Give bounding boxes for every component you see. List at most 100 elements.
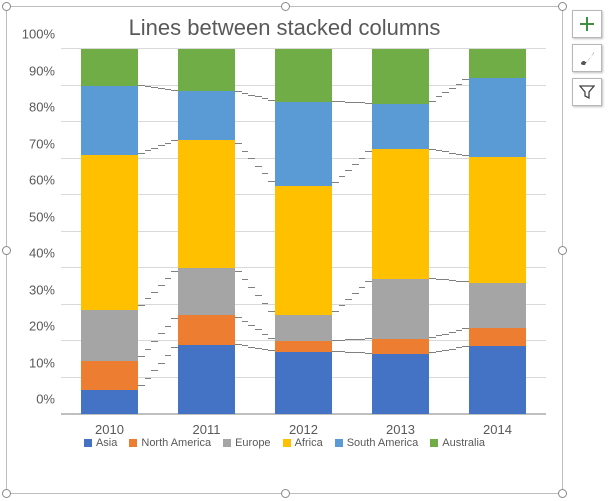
series-line xyxy=(345,339,352,340)
series-line xyxy=(359,287,366,288)
bar-segment[interactable] xyxy=(372,279,430,339)
legend-label: Europe xyxy=(235,437,270,449)
selection-handle[interactable] xyxy=(558,489,567,498)
series-line xyxy=(262,303,269,304)
legend-item[interactable]: North America xyxy=(129,437,211,449)
series-line xyxy=(165,355,172,356)
legend-item[interactable]: South America xyxy=(335,437,419,449)
bar-segment[interactable] xyxy=(372,104,430,150)
bar-segment[interactable] xyxy=(178,345,236,414)
legend-swatch xyxy=(335,439,343,447)
bar-segment[interactable] xyxy=(275,49,333,102)
series-line xyxy=(255,295,262,296)
bar-segment[interactable] xyxy=(372,354,430,414)
series-line xyxy=(158,363,165,364)
bar-segment[interactable] xyxy=(275,352,333,414)
series-line xyxy=(462,346,469,347)
bar-segment[interactable] xyxy=(81,49,139,86)
selection-handle[interactable] xyxy=(281,2,290,11)
series-line xyxy=(151,148,158,149)
plot-area[interactable]: 0%10%20%30%40%50%60%70%80%90%100% 201020… xyxy=(61,49,546,435)
bar-segment[interactable] xyxy=(275,102,333,186)
series-line xyxy=(436,96,443,97)
legend-label: Australia xyxy=(442,437,485,449)
series-line xyxy=(429,352,436,353)
series-line xyxy=(138,385,145,386)
series-line xyxy=(158,145,165,146)
series-line xyxy=(171,347,178,348)
bar-segment[interactable] xyxy=(178,315,236,344)
series-line xyxy=(248,347,255,348)
y-tick-label: 10% xyxy=(13,355,61,370)
stacked-bar[interactable] xyxy=(81,49,139,414)
series-line xyxy=(255,166,262,167)
bar-segment[interactable] xyxy=(81,155,139,310)
selection-handle[interactable] xyxy=(558,2,567,11)
chart-title[interactable]: Lines between stacked columns xyxy=(7,7,562,45)
bar-segment[interactable] xyxy=(372,49,430,104)
bar-segment[interactable] xyxy=(372,149,430,279)
series-line xyxy=(248,158,255,159)
bar-segment[interactable] xyxy=(469,49,527,78)
legend-label: North America xyxy=(141,437,211,449)
bar-segment[interactable] xyxy=(178,268,236,315)
selection-handle[interactable] xyxy=(558,246,567,255)
series-line xyxy=(352,164,359,165)
bar-segment[interactable] xyxy=(275,186,333,316)
x-tick-label: 2011 xyxy=(178,422,236,437)
legend-item[interactable]: Europe xyxy=(223,437,270,449)
stacked-bar[interactable] xyxy=(469,49,527,414)
legend[interactable]: Asia North America Europe Africa South Ameri… xyxy=(7,435,562,455)
series-line xyxy=(345,352,352,353)
bar-segment[interactable] xyxy=(275,341,333,352)
series-line xyxy=(268,181,275,182)
chart-styles-button[interactable] xyxy=(572,44,602,72)
series-line xyxy=(339,176,346,177)
bar-segment[interactable] xyxy=(469,328,527,346)
legend-item[interactable]: Africa xyxy=(283,437,323,449)
bar-segment[interactable] xyxy=(469,78,527,156)
chart-filters-button[interactable] xyxy=(572,78,602,106)
series-line xyxy=(242,279,249,280)
legend-item[interactable]: Australia xyxy=(430,437,485,449)
series-line xyxy=(442,151,449,152)
bar-segment[interactable] xyxy=(178,49,236,91)
bar-segment[interactable] xyxy=(81,310,139,361)
stacked-bar[interactable] xyxy=(372,49,430,414)
stacked-bar[interactable] xyxy=(275,49,333,414)
bar-segment[interactable] xyxy=(469,283,527,329)
series-line xyxy=(365,151,372,152)
series-line xyxy=(345,170,352,171)
series-line xyxy=(262,334,269,335)
bar-segment[interactable] xyxy=(469,157,527,283)
bar-segment[interactable] xyxy=(178,91,236,140)
bar-segment[interactable] xyxy=(81,361,139,390)
series-line xyxy=(151,341,158,342)
series-line xyxy=(365,103,372,104)
series-line xyxy=(462,79,469,80)
series-line xyxy=(151,292,158,293)
selection-handle[interactable] xyxy=(2,246,11,255)
bar-segment[interactable] xyxy=(275,315,333,341)
series-line xyxy=(151,370,158,371)
series-line xyxy=(332,182,339,183)
chart-elements-button[interactable] xyxy=(572,10,602,38)
series-line xyxy=(138,153,145,154)
bar-segment[interactable] xyxy=(81,390,139,414)
bar-segment[interactable] xyxy=(178,140,236,268)
legend-item[interactable]: Asia xyxy=(84,437,117,449)
selection-handle[interactable] xyxy=(281,489,290,498)
series-line xyxy=(462,328,469,329)
bar-segment[interactable] xyxy=(81,86,139,155)
stacked-bar[interactable] xyxy=(178,49,236,414)
series-line xyxy=(339,305,346,306)
chart-object[interactable]: Lines between stacked columns 0%10%20%30… xyxy=(6,6,563,494)
series-line xyxy=(456,84,463,85)
brush-icon xyxy=(578,49,596,67)
selection-handle[interactable] xyxy=(2,2,11,11)
x-tick-label: 2010 xyxy=(81,422,139,437)
bar-segment[interactable] xyxy=(469,346,527,414)
selection-handle[interactable] xyxy=(2,489,11,498)
series-line xyxy=(365,353,372,354)
bar-segment[interactable] xyxy=(372,339,430,354)
